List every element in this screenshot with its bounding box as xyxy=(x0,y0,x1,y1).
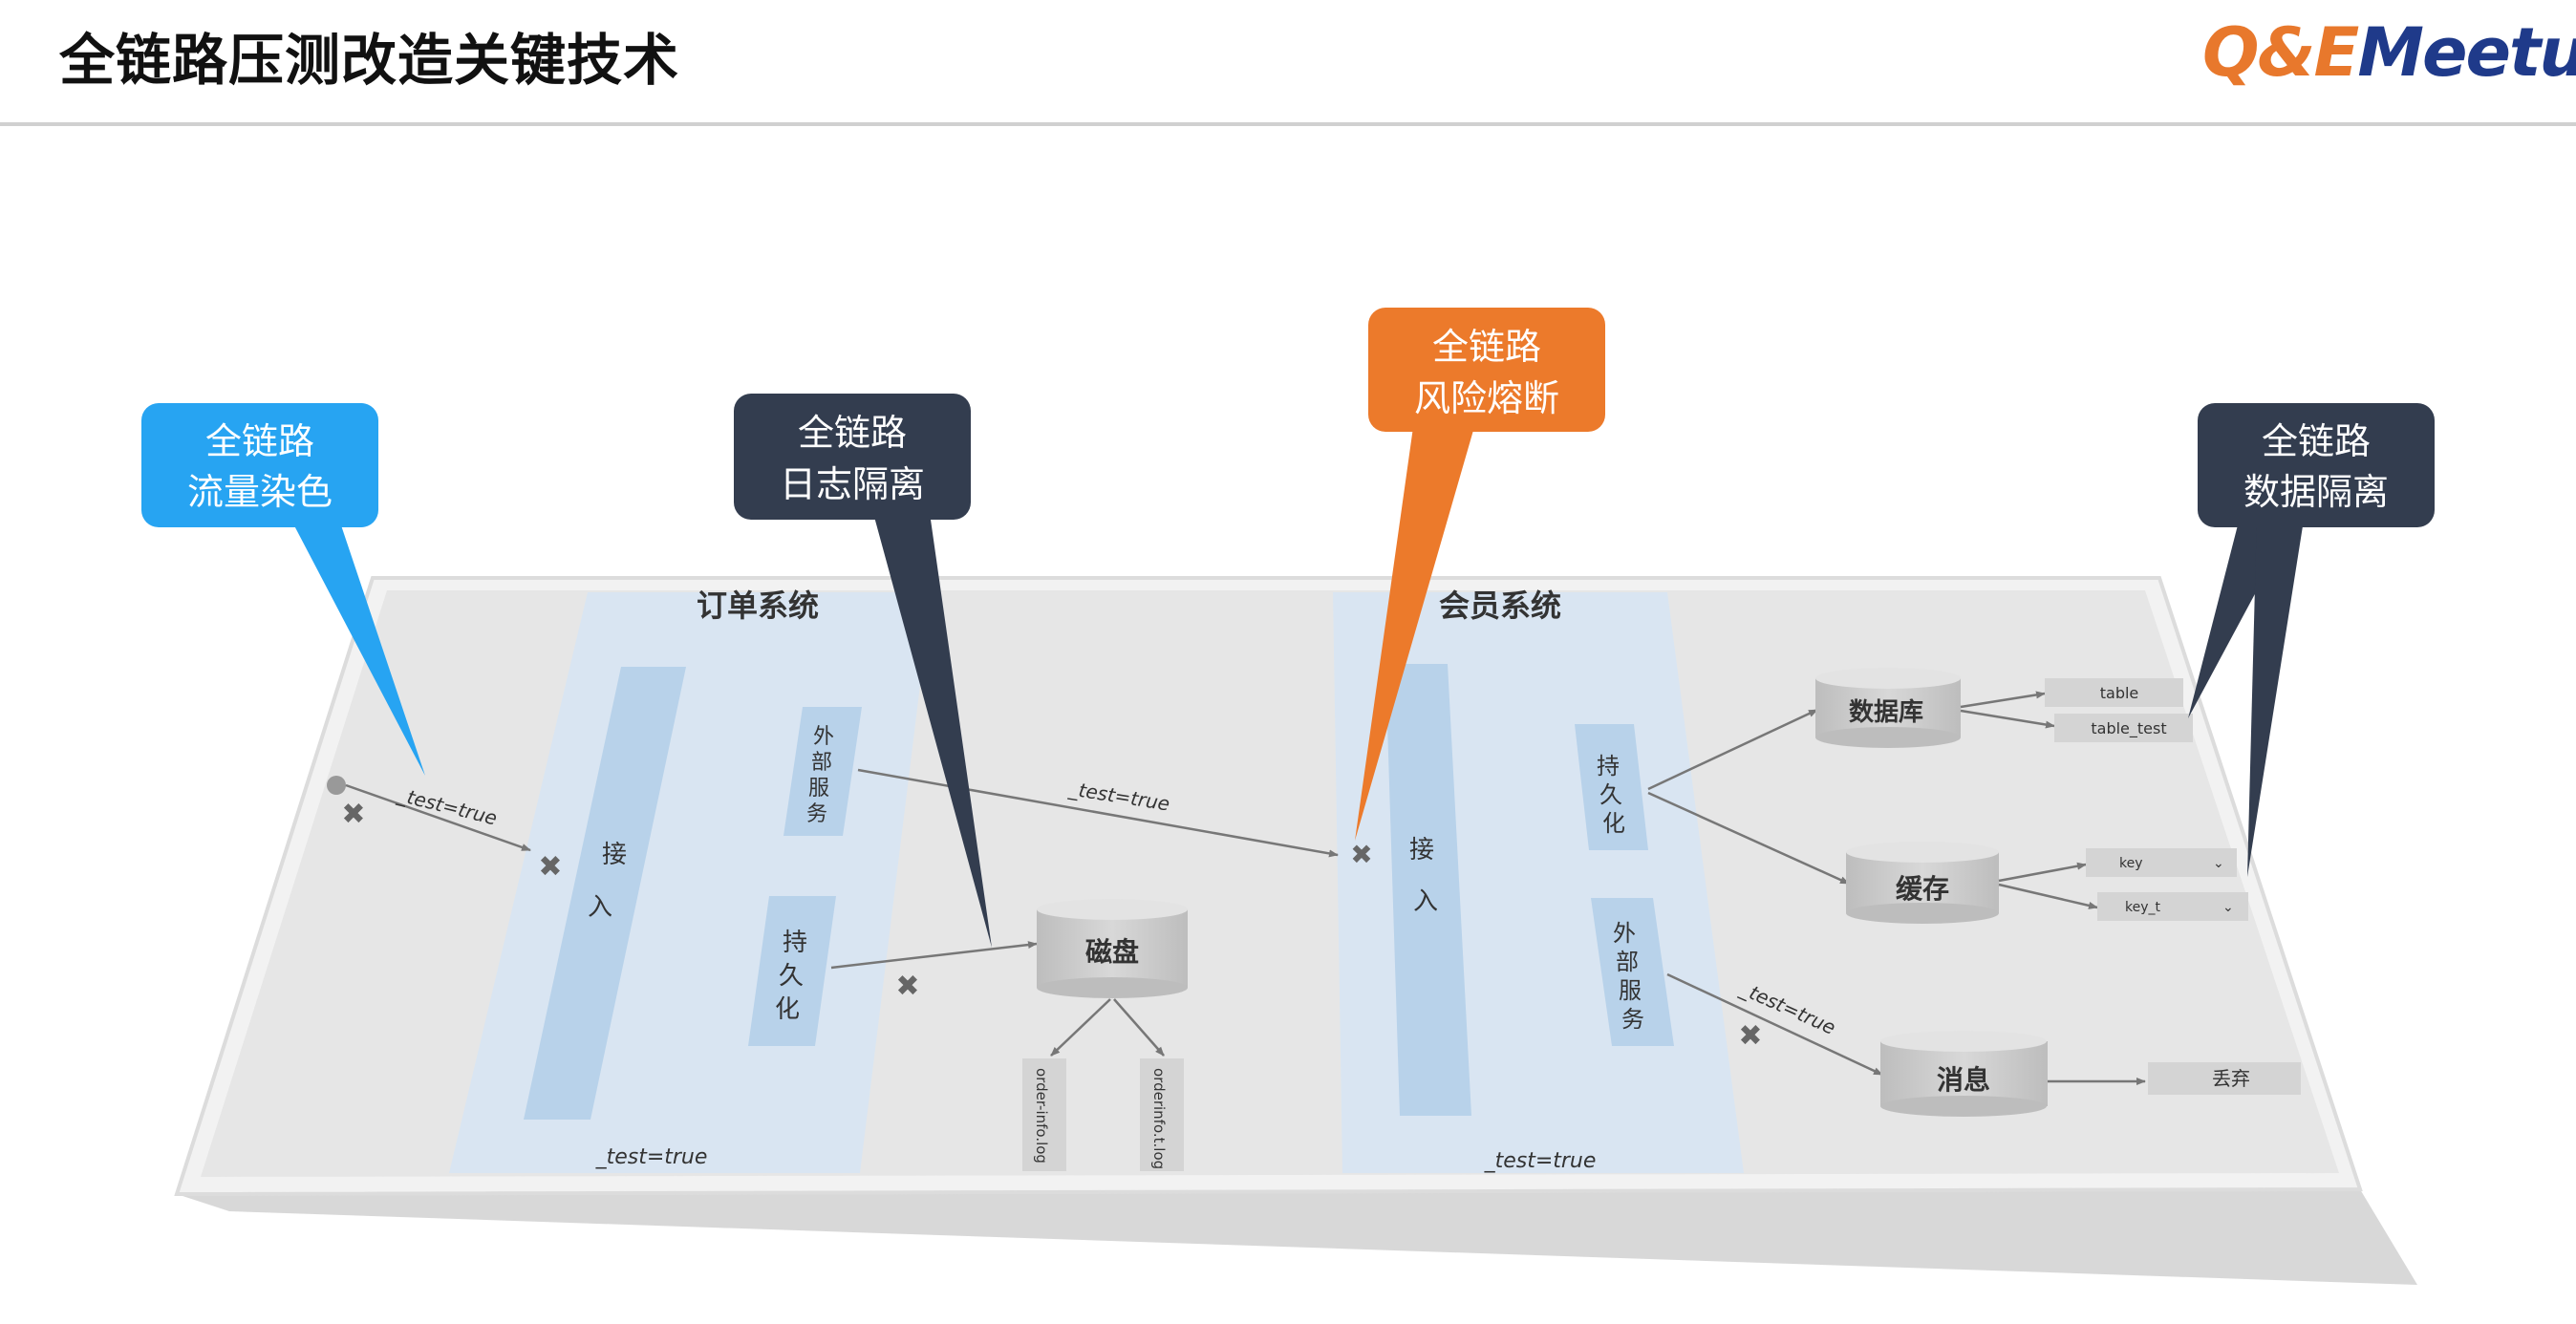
callout-data-isolation-pointer-lower xyxy=(2247,514,2305,877)
member-access-char-2: 入 xyxy=(1413,887,1438,916)
discard-label: 丢弃 xyxy=(2212,1067,2250,1090)
log-file-1-label: order-info.log xyxy=(1033,1068,1050,1164)
order-external-char-1: 外 xyxy=(813,725,834,749)
member-persist-char-2: 久 xyxy=(1599,781,1622,808)
board-shadow xyxy=(177,1189,2417,1285)
member-access-char-1: 接 xyxy=(1409,836,1434,865)
member-footer-label: _test=true xyxy=(1484,1149,1597,1173)
callout-traffic-coloring-line2: 流量染色 xyxy=(187,471,333,513)
log-file-2-label: orderinfo.t.log xyxy=(1150,1068,1168,1169)
message-label: 消息 xyxy=(1937,1064,1990,1096)
block-cross-icon-member-access: ✖ xyxy=(1350,839,1372,870)
order-persist-char-2: 久 xyxy=(779,962,804,991)
table-test-label: table_test xyxy=(2091,719,2166,738)
member-external-char-2: 部 xyxy=(1616,949,1639,975)
member-external-char-4: 务 xyxy=(1621,1006,1644,1033)
member-external-char-1: 外 xyxy=(1613,920,1636,947)
callout-log-isolation-line1: 全链路 xyxy=(798,412,907,454)
member-persist-char-3: 化 xyxy=(1602,810,1625,837)
callout-risk-circuit-breaker-line2: 风险熔断 xyxy=(1414,377,1559,419)
order-external-char-4: 务 xyxy=(806,802,827,826)
callout-traffic-coloring-line1: 全链路 xyxy=(205,420,314,462)
order-persist-char-3: 化 xyxy=(775,995,800,1024)
callout-risk-circuit-breaker-line1: 全链路 xyxy=(1432,326,1541,368)
key-label: key xyxy=(2119,856,2143,871)
block-cross-icon-disk: ✖ xyxy=(895,970,919,1003)
key-t-label: key_t xyxy=(2125,900,2161,915)
database-label: 数据库 xyxy=(1849,698,1923,727)
architecture-diagram: 订单系统 会员系统 接 入 外 部 服 务 持 久 化 _test=true 接… xyxy=(141,308,2435,1285)
source-dot xyxy=(327,776,346,795)
order-system-label: 订单系统 xyxy=(697,587,819,624)
block-cross-icon-source: ✖ xyxy=(341,798,365,831)
block-cross-icon-order-access: ✖ xyxy=(538,850,562,884)
order-footer-label: _test=true xyxy=(595,1145,708,1169)
member-system-label: 会员系统 xyxy=(1439,587,1561,624)
table-label: table xyxy=(2100,684,2139,702)
cache-label: 缓存 xyxy=(1896,873,1949,905)
member-external-char-3: 服 xyxy=(1619,977,1642,1004)
callout-data-isolation-line1: 全链路 xyxy=(2262,420,2371,462)
key-chevron-icon: ⌄ xyxy=(2213,856,2224,871)
callout-data-isolation-line2: 数据隔离 xyxy=(2243,471,2389,513)
block-cross-icon-member-external: ✖ xyxy=(1738,1019,1762,1053)
callout-log-isolation-line2: 日志隔离 xyxy=(780,463,925,505)
key-t-chevron-icon: ⌄ xyxy=(2222,900,2234,915)
order-access-char-1: 接 xyxy=(602,841,627,869)
member-persist-char-1: 持 xyxy=(1597,753,1620,779)
order-persist-char-1: 持 xyxy=(783,929,807,957)
order-external-char-2: 部 xyxy=(811,751,832,775)
order-external-char-3: 服 xyxy=(808,777,829,801)
disk-label: 磁盘 xyxy=(1085,936,1139,968)
order-access-char-2: 入 xyxy=(588,893,612,922)
